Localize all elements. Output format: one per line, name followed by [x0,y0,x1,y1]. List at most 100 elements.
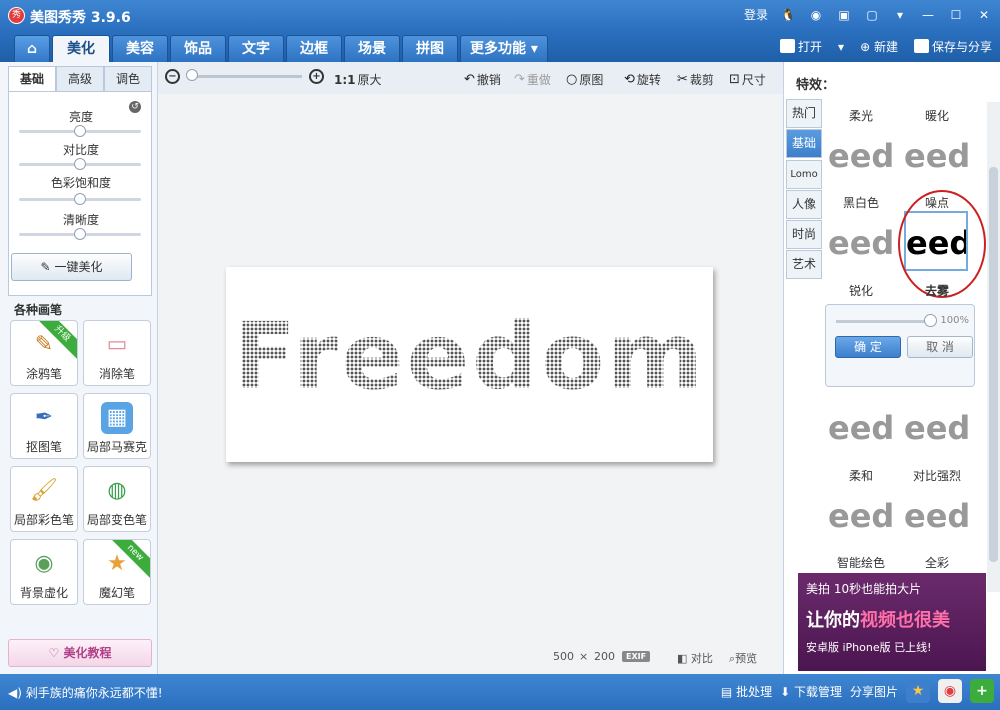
effect-thumb-black-white[interactable]: eedc [828,213,892,273]
feedback-icon[interactable]: ▢ [864,7,880,23]
strength-slider[interactable] [836,320,934,323]
zoom-in-icon[interactable]: + [309,69,324,84]
effect-thumb-sharpen[interactable]: eedc [904,398,968,458]
effect-thumb-warm[interactable]: eedc [904,126,968,186]
status-bar: ◀) 剁手族的痛你永远都不懂! ▤ 批处理 ⬇ 下载管理 分享图片 ★ ◉ + [0,674,1000,710]
scrollbar-thumb[interactable] [989,167,998,562]
ad-platforms: 安卓版 iPhone版 已上线! [806,641,932,654]
contrast-knob[interactable] [74,158,86,170]
actual-size-button[interactable]: 1:1 原大 [334,71,382,88]
brush-mosaic[interactable]: ▦ 局部马赛克 [83,393,151,459]
download-icon: ⬇ [780,684,791,699]
close-icon[interactable]: ✕ [976,7,992,23]
crop-button[interactable]: ✂ 裁剪 [677,71,714,88]
open-dropdown-icon[interactable]: ▾ [838,40,844,54]
tab-face[interactable]: 美容 [112,35,168,62]
category-fashion[interactable]: 时尚 [786,220,822,249]
contrast-label: 对比度 [62,143,99,157]
ratio-label: 1:1 [334,72,356,87]
brush-eraser[interactable]: ▭ 消除笔 [83,320,151,386]
open-button[interactable]: 打开 [780,38,822,55]
effect-thumb-dehaze[interactable]: eedc [828,398,892,458]
resize-button[interactable]: ⊡ 尺寸 [729,71,766,88]
share-image-button[interactable]: 分享图片 [850,683,898,700]
qq-icon[interactable]: 🐧 [780,7,796,23]
hand-icon: ♡ [48,646,60,660]
brightness-slider[interactable] [19,125,141,137]
add-icon[interactable]: + [970,679,994,703]
exif-badge[interactable]: EXIF [622,651,651,662]
sharpness-slider[interactable] [19,228,141,240]
undo-button[interactable]: ↶ 撤销 [464,71,501,88]
category-hot[interactable]: 热门 [786,99,822,128]
brush-color[interactable]: 🖌 局部彩色笔 [10,466,78,532]
zoom-slider[interactable] [188,75,302,78]
maximize-icon[interactable]: ☐ [948,7,964,23]
skin-icon[interactable]: ▣ [836,7,852,23]
tab-accessories[interactable]: 饰品 [170,35,226,62]
redo-button[interactable]: ↷ 重做 [514,71,551,88]
save-share-button[interactable]: 保存与分享 [913,38,992,55]
image-text: Freedom [226,303,713,410]
new-button[interactable]: ⊕ 新建 [860,38,898,55]
tab-scene[interactable]: 场景 [344,35,400,62]
effect-label: 锐化 [848,284,873,298]
scissors-icon: ✂ [677,72,688,87]
one-click-beautify-button[interactable]: ✎ 一键美化 [11,253,132,281]
download-button[interactable]: ⬇ 下载管理 [780,683,842,700]
minimize-icon[interactable]: — [920,7,936,23]
batch-button[interactable]: ▤ 批处理 [721,683,772,700]
brush-cutout[interactable]: ✒ 抠图笔 [10,393,78,459]
saturation-slider[interactable] [19,193,141,205]
login-link[interactable]: 登录 [744,6,768,23]
brightness-knob[interactable] [74,125,86,137]
brush-blur-background[interactable]: ◉ 背景虚化 [10,539,78,605]
brush-recolor[interactable]: ◍ 局部变色笔 [83,466,151,532]
contrast-slider[interactable] [19,158,141,170]
confirm-button[interactable]: 确 定 [835,336,901,358]
effect-thumb-soft[interactable]: eedc [828,486,892,546]
original-button[interactable]: ○ 原图 [566,71,603,88]
brushes-section-title: 各种画笔 [14,303,63,317]
star-icon[interactable]: ★ [906,679,930,703]
new-label: 新建 [873,40,898,54]
batch-label: 批处理 [736,684,773,699]
compare-button[interactable]: ◧ 对比 [677,650,713,666]
subtab-basic[interactable]: 基础 [8,66,56,92]
status-message[interactable]: ◀) 剁手族的痛你永远都不懂! [8,684,163,701]
weibo-share-icon[interactable]: ◉ [938,679,962,703]
effect-thumb-soft-light[interactable]: eedc [828,126,892,186]
effects-scrollbar[interactable] [987,102,1000,592]
edited-image[interactable]: Freedom [226,267,713,462]
category-portrait[interactable]: 人像 [786,190,822,219]
tab-collage[interactable]: 拼图 [402,35,458,62]
tab-more[interactable]: 更多功能 ▾ [460,35,548,62]
weibo-icon[interactable]: ◉ [808,7,824,23]
preview-button[interactable]: ⌕预览 [729,650,757,666]
subtab-advanced[interactable]: 高级 [56,66,104,92]
strength-knob[interactable] [924,314,937,327]
canvas-area[interactable]: Freedom [158,94,783,644]
subtab-color[interactable]: 调色 [104,66,152,92]
category-lomo[interactable]: Lomo [786,160,822,189]
brush-graffiti[interactable]: ✎ 涂鸦笔 升级 [10,320,78,386]
effect-thumb-high-contrast[interactable]: eedc [904,486,968,546]
category-art[interactable]: 艺术 [786,250,822,279]
zoom-knob[interactable] [186,69,198,81]
brush-magic[interactable]: ★ 魔幻笔 new [83,539,151,605]
category-basic[interactable]: 基础 [786,129,822,158]
undo-icon: ↶ [464,72,475,87]
rotate-button[interactable]: ⟲ 旋转 [624,71,661,88]
tab-text[interactable]: 文字 [228,35,284,62]
sharpness-knob[interactable] [74,228,86,240]
zoom-out-icon[interactable]: − [165,69,180,84]
menu-icon[interactable]: ▾ [892,7,908,23]
home-tab[interactable]: ⌂ [14,35,50,62]
tab-frame[interactable]: 边框 [286,35,342,62]
tab-beautify[interactable]: 美化 [52,35,110,62]
sharpness-label: 清晰度 [62,213,99,227]
ad-banner[interactable]: 美拍 10秒也能拍大片 让你的视频也很美 安卓版 iPhone版 已上线! [798,573,986,671]
cancel-button[interactable]: 取 消 [907,336,973,358]
saturation-knob[interactable] [74,193,86,205]
tutorial-button[interactable]: ♡ 美化教程 [8,639,152,667]
